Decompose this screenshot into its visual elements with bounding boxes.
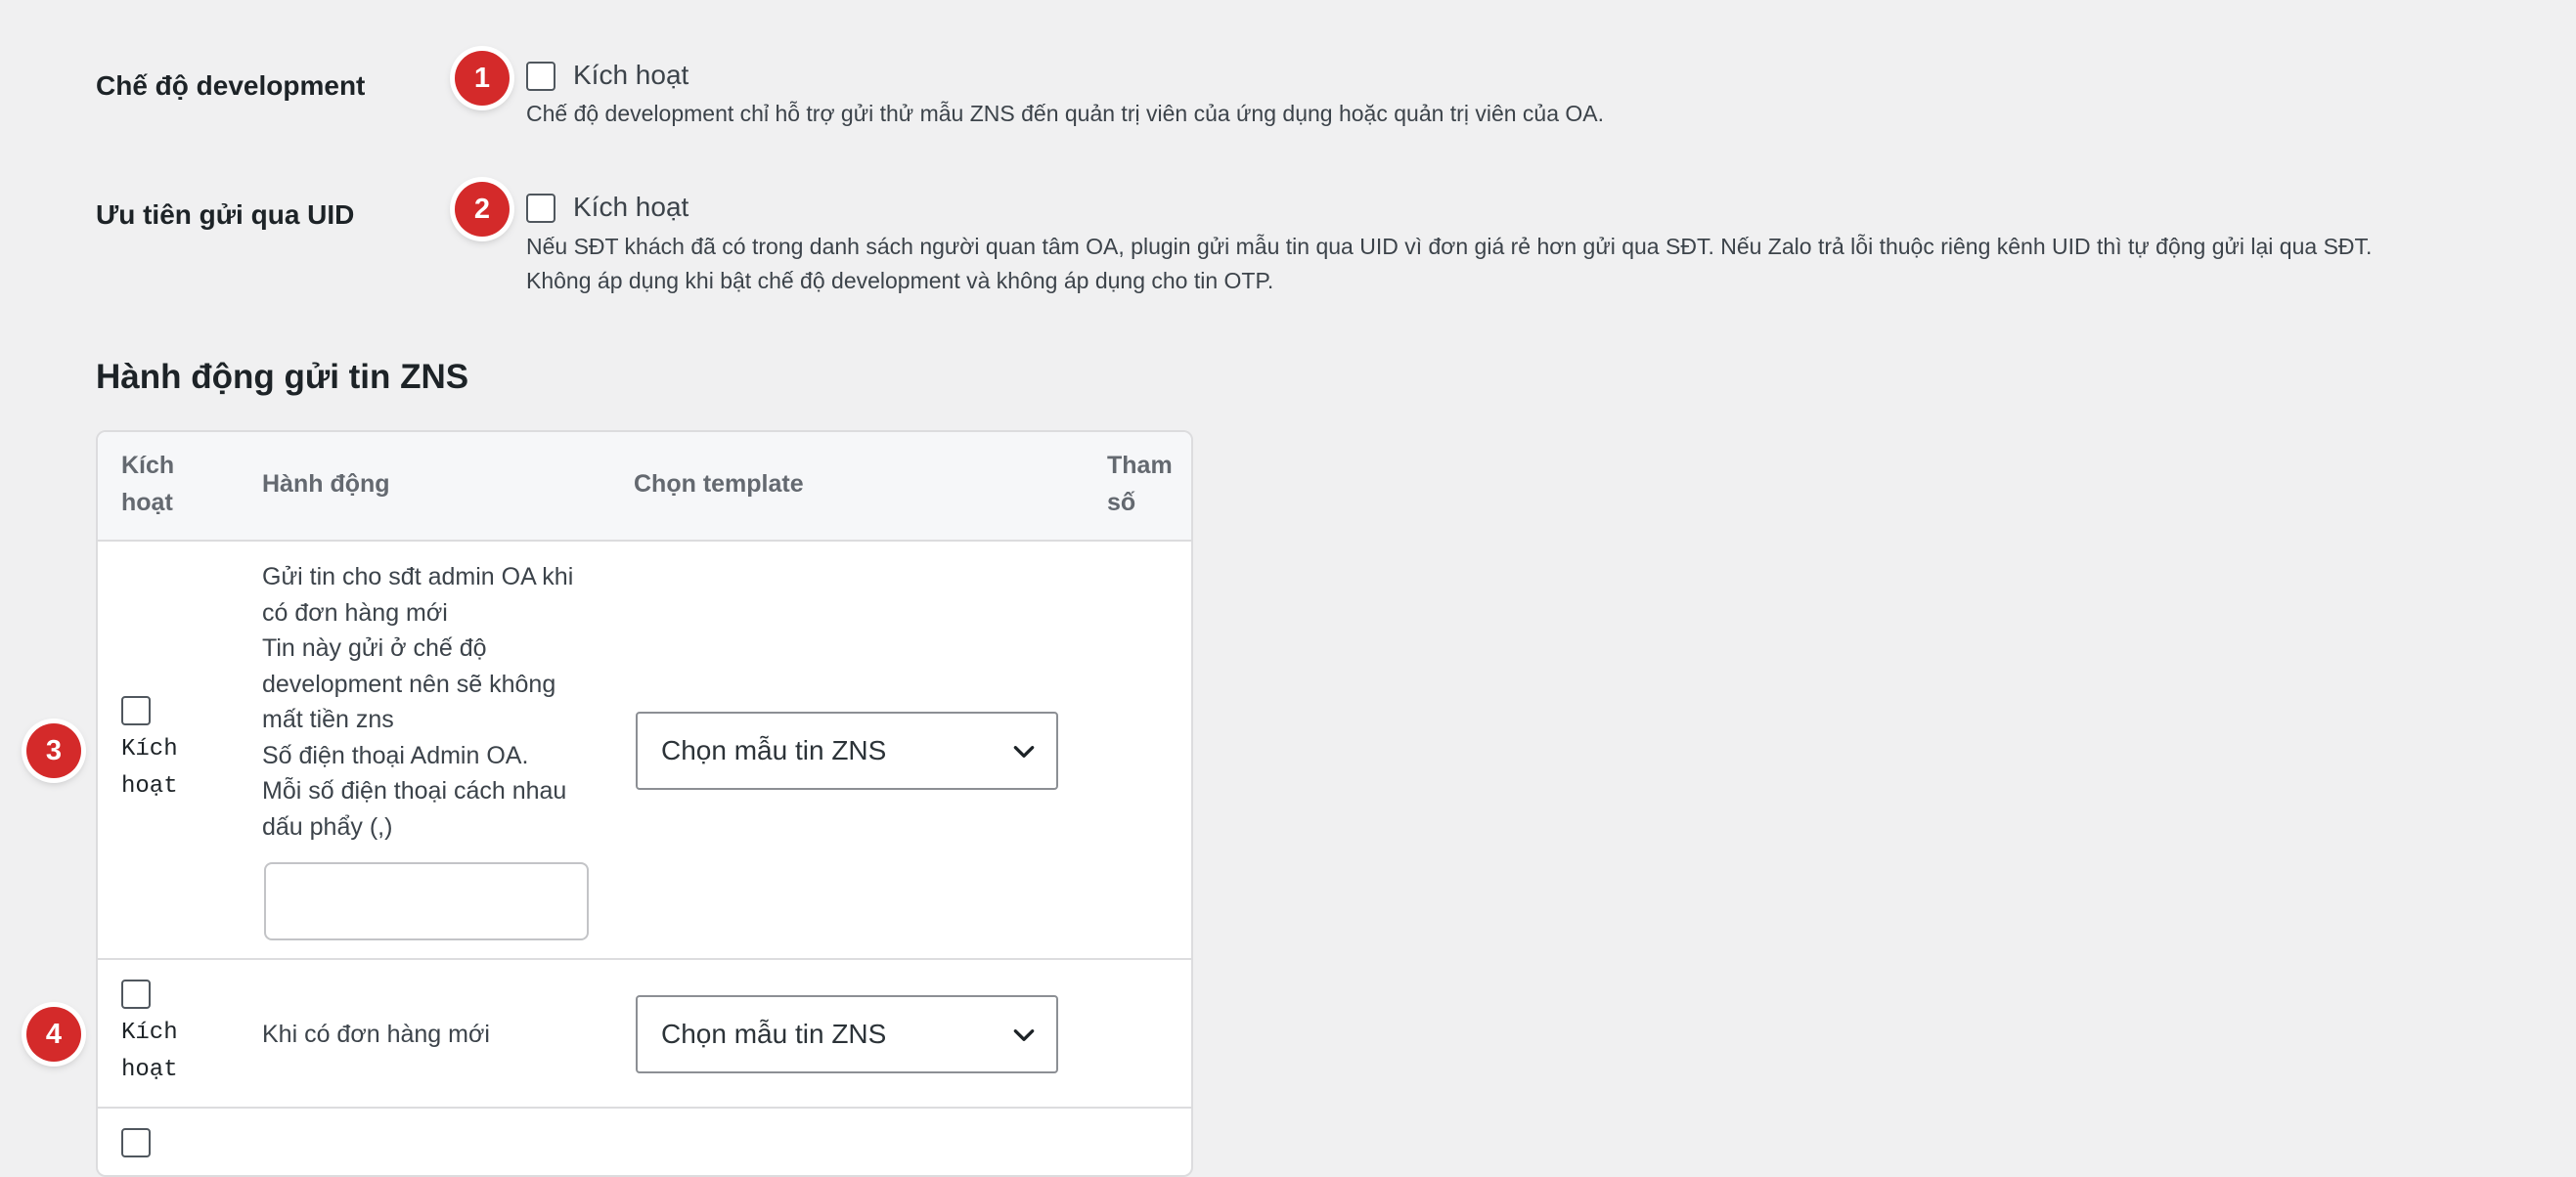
column-header-enable-line1: Kích — [121, 452, 175, 479]
marker-badge-1: 1 — [455, 51, 510, 106]
row-2-template-select[interactable]: Chọn mẫu tin ZNS — [636, 995, 1058, 1073]
marker-badge-2: 2 — [455, 182, 510, 237]
column-header-params-line2: số — [1107, 489, 1136, 516]
row-2-enable-label[interactable]: Kích hoạt — [121, 1015, 178, 1089]
development-mode-checkbox-label[interactable]: Kích hoạt — [573, 60, 688, 91]
chevron-down-icon — [1013, 1029, 1035, 1041]
row-2-action-description: Khi có đơn hàng mới — [262, 1021, 490, 1048]
row-1-action-line: có đơn hàng mới — [262, 598, 448, 627]
row-1-enable-label-line1: Kích — [121, 736, 178, 763]
column-header-action: Hành động — [262, 470, 390, 498]
chevron-down-icon — [1013, 746, 1035, 758]
row-1-template-select-value: Chọn mẫu tin ZNS — [661, 735, 887, 765]
section-title: Hành động gửi tin ZNS — [96, 358, 469, 396]
row-2-enable-label-line2: hoạt — [121, 1057, 178, 1083]
row-3-enable-checkbox[interactable] — [121, 1128, 151, 1157]
marker-badge-3: 3 — [26, 723, 81, 778]
admin-phone-input[interactable] — [264, 862, 589, 940]
column-header-params-line1: Tham — [1107, 452, 1173, 479]
row-1-action-line: Số điện thoại Admin OA. — [262, 741, 529, 769]
uid-priority-checkbox-label[interactable]: Kích hoạt — [573, 192, 688, 223]
row-1-action-line: dấu phẩy (,) — [262, 812, 393, 841]
row-1-action-line: Mỗi số điện thoại cách nhau — [262, 777, 567, 805]
row-1-enable-checkbox[interactable] — [121, 696, 151, 725]
column-header-template: Chọn template — [634, 470, 804, 498]
column-header-enable: Kích hoạt — [121, 447, 174, 521]
development-mode-checkbox[interactable] — [526, 62, 555, 91]
column-header-enable-line2: hoạt — [121, 489, 173, 516]
uid-priority-description-line1: Nếu SĐT khách đã có trong danh sách ngườ… — [526, 234, 2373, 259]
development-mode-description: Chế độ development chỉ hỗ trợ gửi thử mẫ… — [526, 101, 1605, 126]
row-1-action-line: development nên sẽ không — [262, 670, 556, 698]
row-1-action-line: Gửi tin cho sđt admin OA khi — [262, 563, 574, 590]
uid-priority-description-line2: Không áp dụng khi bật chế độ development… — [526, 268, 1274, 293]
row-2-enable-label-line1: Kích — [121, 1020, 178, 1046]
uid-priority-label: Ưu tiên gửi qua UID — [96, 199, 355, 230]
uid-priority-checkbox[interactable] — [526, 194, 555, 223]
row-divider — [98, 958, 1191, 960]
row-1-enable-label-line2: hoạt — [121, 773, 178, 800]
row-2-template-select-value: Chọn mẫu tin ZNS — [661, 1019, 887, 1049]
row-1-template-select[interactable]: Chọn mẫu tin ZNS — [636, 712, 1058, 790]
zns-actions-table: Kích hoạt Hành động Chọn template Tham s… — [96, 430, 1193, 1177]
row-2-enable-checkbox[interactable] — [121, 980, 151, 1009]
column-header-params: Tham số — [1107, 447, 1173, 521]
marker-badge-4: 4 — [26, 1007, 81, 1062]
row-1-action-line: Tin này gửi ở chế độ — [262, 634, 487, 662]
row-1-action-line: mất tiền zns — [262, 706, 394, 733]
row-1-action-description: Gửi tin cho sđt admin OA khi có đơn hàng… — [262, 559, 614, 845]
row-1-enable-label[interactable]: Kích hoạt — [121, 731, 178, 806]
development-mode-label: Chế độ development — [96, 70, 366, 101]
row-divider — [98, 1107, 1191, 1109]
